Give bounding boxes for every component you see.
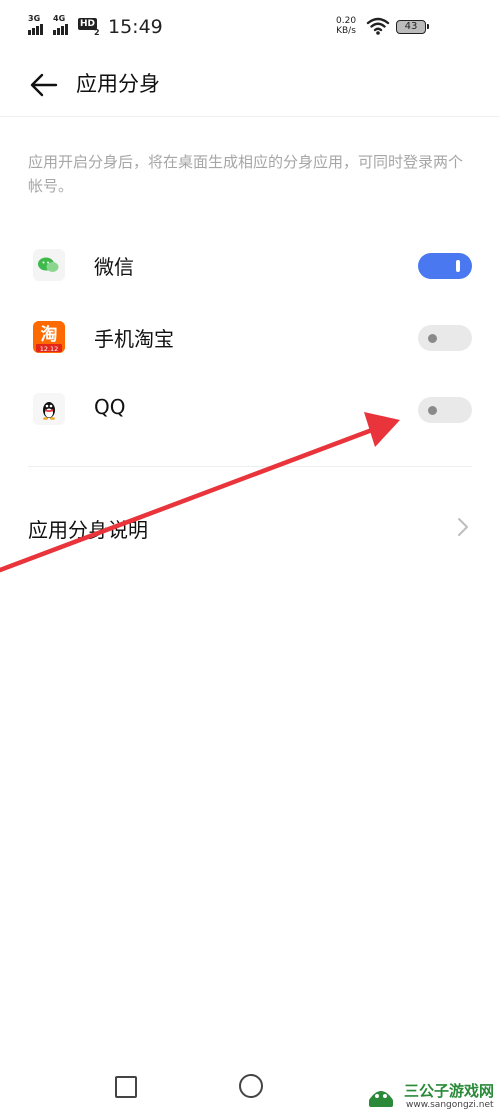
recent-apps-button[interactable] (115, 1076, 137, 1098)
signal-sim1-icon: 3G (28, 14, 43, 35)
taobao-clone-toggle[interactable] (418, 325, 472, 351)
sim1-network-type: 3G (28, 14, 41, 23)
watermark-logo-icon (369, 1091, 393, 1107)
network-speed: 0.20 KB/s (336, 16, 356, 36)
app-name: 手机淘宝 (94, 327, 174, 351)
toggle-knob (428, 334, 437, 343)
chevron-right-icon (458, 518, 468, 536)
info-row-label: 应用分身说明 (28, 518, 148, 542)
toggle-knob (456, 260, 460, 272)
battery-icon: 43 (396, 20, 429, 34)
hd-voice-sub: 2 (94, 28, 100, 37)
signal-sim2-icon: 4G (53, 14, 68, 35)
clock: 15:49 (108, 16, 163, 38)
watermark-name: 三公子游戏网 (404, 1082, 495, 1100)
header-divider (0, 116, 500, 117)
taobao-icon-sub: 12.12 (40, 345, 59, 353)
watermark-url: www.sangongzi.net (406, 1100, 494, 1110)
taobao-icon: 淘 12.12 (33, 321, 65, 353)
app-row-taobao: 淘 12.12 手机淘宝 (0, 301, 500, 373)
toggle-knob (428, 406, 437, 415)
header: 应用分身 (0, 56, 500, 116)
taobao-icon-glyph: 淘 (41, 324, 58, 345)
arrow-left-icon[interactable] (28, 70, 60, 100)
app-row-qq: QQ (0, 373, 500, 445)
network-speed-value: 0.20 (336, 16, 357, 26)
battery-level: 43 (404, 21, 418, 32)
section-divider (28, 466, 472, 467)
description-text: 应用开启分身后，将在桌面生成相应的分身应用，可同时登录两个帐号。 (28, 153, 464, 195)
app-row-wechat: 微信 (0, 229, 500, 301)
sim2-network-type: 4G (53, 14, 66, 23)
app-name: QQ (94, 395, 126, 419)
wechat-icon (33, 249, 65, 281)
status-bar: 3G 4G HD 2 15:49 0.20 KB/s 43 (0, 0, 500, 56)
home-button[interactable] (239, 1074, 263, 1098)
wechat-clone-toggle[interactable] (418, 253, 472, 279)
page-title: 应用分身 (76, 72, 160, 96)
qq-icon (33, 393, 65, 425)
qq-clone-toggle[interactable] (418, 397, 472, 423)
network-speed-unit: KB/s (336, 26, 356, 36)
app-name: 微信 (94, 255, 134, 279)
wifi-icon (366, 17, 390, 35)
app-clone-info-row[interactable]: 应用分身说明 (0, 496, 500, 560)
